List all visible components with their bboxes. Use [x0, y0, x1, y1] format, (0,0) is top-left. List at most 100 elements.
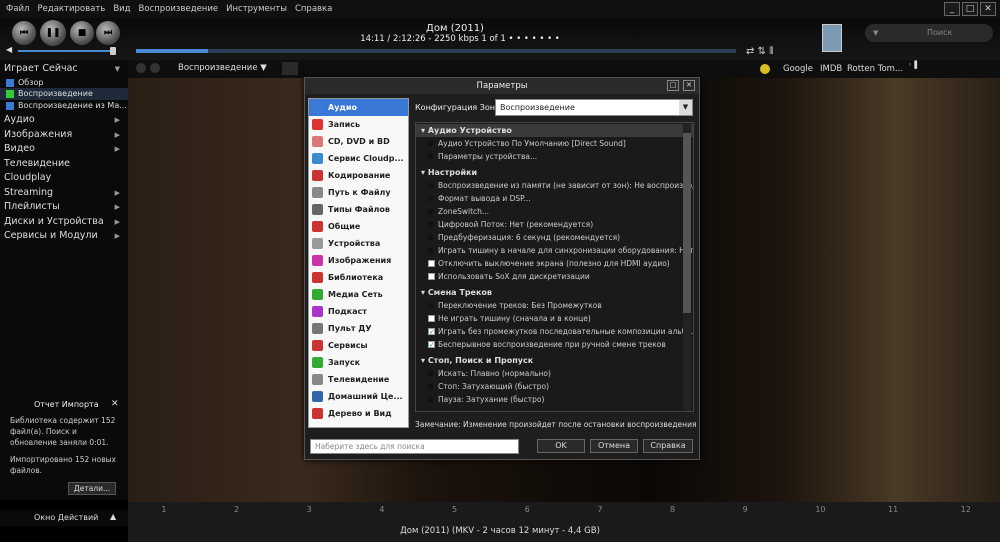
sidebar-item[interactable]: Сервисы и Модули ▶	[0, 229, 128, 244]
options-scrollbar[interactable]	[683, 123, 691, 411]
category-item[interactable]: Дерево и Вид	[309, 405, 408, 422]
chapter-marker[interactable]: 2	[234, 505, 239, 514]
category-item[interactable]: Путь к Файлу	[309, 184, 408, 201]
option-item[interactable]: Предбуферизация: 6 секунд (рекомендуется…	[416, 231, 693, 244]
zone-selector[interactable]: Воспроизведение ▼	[178, 63, 267, 73]
category-item[interactable]: Пульт ДУ	[309, 320, 408, 337]
menu-item[interactable]: Вид	[113, 4, 130, 14]
chapter-marker[interactable]: 12	[961, 505, 971, 514]
sidebar-item[interactable]: Плейлисты ▶	[0, 200, 128, 215]
option-item[interactable]: Воспроизведение из памяти (не зависит от…	[416, 179, 693, 192]
checkbox-checked[interactable]: ✓	[428, 328, 435, 336]
category-item[interactable]: Домашний Це...	[309, 388, 408, 405]
option-item[interactable]: Формат вывода и DSP...	[416, 192, 693, 205]
category-item[interactable]: Подкаст	[309, 303, 408, 320]
sidebar-item[interactable]: Телевидение	[0, 157, 128, 172]
category-item[interactable]: Телевидение	[309, 371, 408, 388]
checkbox-unchecked[interactable]	[428, 260, 435, 267]
category-item[interactable]: Устройства	[309, 235, 408, 252]
option-item[interactable]: Искать: Плавно (нормально)	[416, 367, 693, 380]
chapter-bar[interactable]	[128, 502, 1000, 542]
category-item[interactable]: Аудио	[309, 99, 408, 116]
volume-slider[interactable]: ◀	[6, 45, 116, 55]
category-item[interactable]: Запуск	[309, 354, 408, 371]
chapter-marker[interactable]: 9	[743, 505, 748, 514]
close-icon[interactable]: ✕	[111, 399, 119, 409]
details-button[interactable]: Детали...	[68, 482, 116, 495]
option-item[interactable]: ZoneSwitch...	[416, 205, 693, 218]
queue-icons[interactable]: ⇄ ⇅ ⦀	[746, 46, 774, 57]
chapter-marker[interactable]: 1	[161, 505, 166, 514]
sidebar-item[interactable]: Аудио ▶	[0, 113, 128, 128]
help-button[interactable]: Справка	[643, 439, 693, 453]
sidebar-item[interactable]: Cloudplay	[0, 171, 128, 186]
next-button[interactable]: ⏭	[96, 21, 120, 45]
option-item[interactable]: Играть тишину в начале для синхронизации…	[416, 244, 693, 257]
category-item[interactable]: Сервис Cloudp...	[309, 150, 408, 167]
category-item[interactable]: CD, DVD и BD	[309, 133, 408, 150]
checkbox-unchecked[interactable]	[428, 273, 435, 280]
chapter-marker[interactable]: 7	[597, 505, 602, 514]
link-rotten-tomatoes[interactable]: Rotten Tom...	[847, 64, 903, 74]
link-imdb[interactable]: IMDB	[820, 64, 842, 74]
category-item[interactable]: Типы Файлов	[309, 201, 408, 218]
category-item[interactable]: Изображения	[309, 252, 408, 269]
sidebar-item[interactable]: Видео ▶	[0, 142, 128, 157]
option-item[interactable]: Использовать SoX для дискретизации	[416, 270, 693, 283]
seek-bar[interactable]	[136, 49, 736, 53]
option-item[interactable]: ✓ Играть без промежутков последовательные…	[416, 325, 693, 338]
option-section[interactable]: ▾ Настройки	[416, 166, 693, 179]
checkbox-checked[interactable]: ✓	[428, 341, 435, 349]
sidebar-subitem[interactable]: Обзор	[0, 77, 128, 89]
cancel-button[interactable]: Отмена	[590, 439, 638, 453]
chapter-marker[interactable]: 11	[888, 505, 898, 514]
forward-icon[interactable]	[150, 63, 160, 73]
option-item[interactable]: Отключить выключение экрана (полезно для…	[416, 257, 693, 270]
option-section[interactable]: ▾ Стоп, Поиск и Пропуск	[416, 354, 693, 367]
sidebar-item[interactable]: Изображения ▶	[0, 128, 128, 143]
zoom-slider[interactable]: ◦ ▌	[908, 61, 920, 69]
zone-config-select[interactable]: Воспроизведение ▼	[495, 99, 693, 116]
option-item[interactable]: Цифровой Поток: Нет (рекомендуется)	[416, 218, 693, 231]
option-item[interactable]: ✓ Бесперывное воспроизведение при ручной …	[416, 338, 693, 351]
search-input[interactable]: ▼ Поиск	[865, 24, 993, 42]
chapter-marker[interactable]: 5	[452, 505, 457, 514]
pause-button[interactable]: ❚❚	[40, 20, 66, 46]
sidebar-playing-now[interactable]: Играет Сейчас ▼	[0, 62, 128, 77]
dialog-close-button[interactable]: ✕	[683, 80, 695, 91]
chapter-marker[interactable]: 4	[379, 505, 384, 514]
sidebar-item[interactable]: Streaming ▶	[0, 186, 128, 201]
stop-button[interactable]: ■	[70, 21, 94, 45]
option-item[interactable]: Параметры устройства...	[416, 150, 693, 163]
minimize-button[interactable]: _	[944, 2, 960, 16]
category-item[interactable]: Медиа Сеть	[309, 286, 408, 303]
option-section[interactable]: ▾ Аудио Устройство	[416, 124, 693, 137]
category-item[interactable]: Запись	[309, 116, 408, 133]
option-item[interactable]: Пауза: Затухание (быстро)	[416, 393, 693, 406]
checkbox-unchecked[interactable]	[428, 315, 435, 322]
option-section[interactable]: ▾ Смена Треков	[416, 286, 693, 299]
category-item[interactable]: Общие	[309, 218, 408, 235]
action-window-bar[interactable]: Окно Действий ▲	[0, 510, 128, 526]
category-item[interactable]: Кодирование	[309, 167, 408, 184]
sidebar-subitem[interactable]: Воспроизведение	[0, 88, 128, 100]
chapter-marker[interactable]: 10	[815, 505, 825, 514]
menu-item[interactable]: Справка	[295, 4, 332, 14]
option-item[interactable]: Стоп: Затухающий (быстро)	[416, 380, 693, 393]
chapter-marker[interactable]: 3	[307, 505, 312, 514]
sidebar-item[interactable]: Диски и Устройства ▶	[0, 215, 128, 230]
back-icon[interactable]	[136, 63, 146, 73]
view-scheme-button[interactable]	[282, 62, 298, 75]
menu-item[interactable]: Воспроизведение	[139, 4, 219, 14]
option-item[interactable]: Переключение треков: Без Промежутков	[416, 299, 693, 312]
ok-button[interactable]: OK	[537, 439, 585, 453]
option-item[interactable]: Не играть тишину (сначала и в конце)	[416, 312, 693, 325]
menu-item[interactable]: Инструменты	[226, 4, 287, 14]
chapter-marker[interactable]: 6	[525, 505, 530, 514]
category-item[interactable]: Сервисы	[309, 337, 408, 354]
maximize-button[interactable]: □	[962, 2, 978, 16]
dialog-maximize-button[interactable]: □	[667, 80, 679, 91]
dialog-search-input[interactable]: Наберите здесь для поиска	[310, 439, 519, 454]
link-google[interactable]: Google	[783, 64, 813, 74]
category-item[interactable]: Библиотека	[309, 269, 408, 286]
